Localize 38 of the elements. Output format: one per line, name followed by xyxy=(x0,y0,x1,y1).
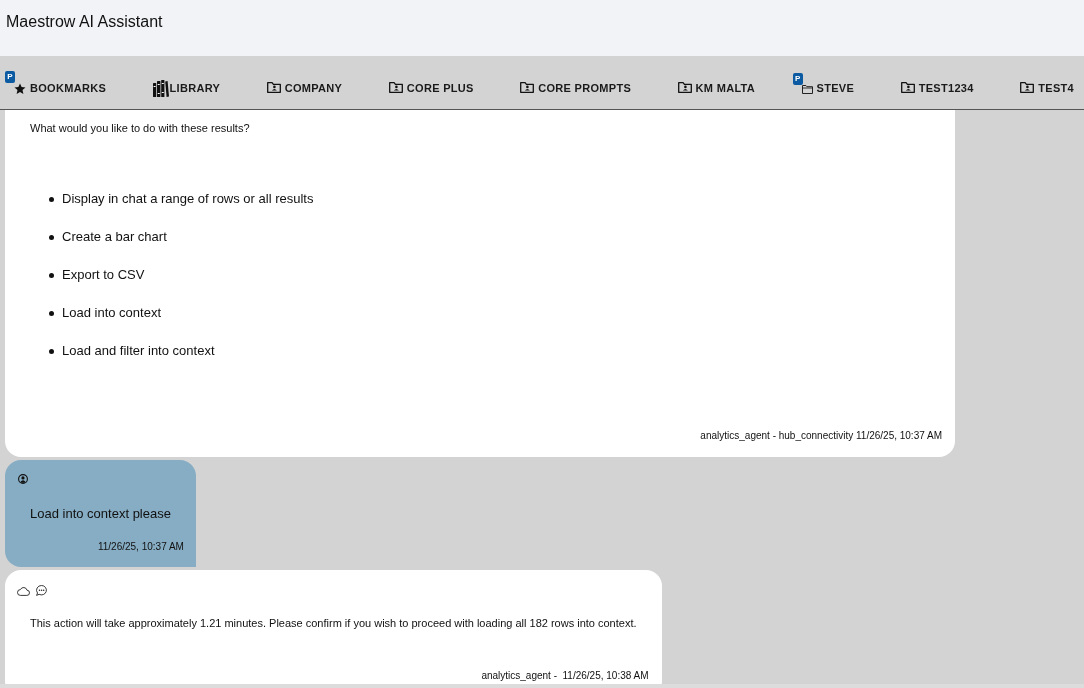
star-icon xyxy=(14,83,26,95)
nav-tab[interactable]: LIBRARY xyxy=(152,80,221,97)
folder-icon xyxy=(801,84,813,94)
folder-person-icon xyxy=(266,82,281,93)
folder-person-icon xyxy=(677,82,692,93)
list-item-text: Display in chat a range of rows or all results xyxy=(62,191,314,207)
message-text: This action will take approximately 1.21 minutes. Please confirm if you wish to proceed with loading all 182 rows into context. xyxy=(30,616,637,630)
message-meta: analytics_agent - hub_connectivity 11/26/25, 10:37 AM xyxy=(699,430,942,442)
nav-tab[interactable]: KM MALTA xyxy=(677,80,756,97)
app-title: Maestrow AI Assistant xyxy=(6,13,164,31)
message-meta: analytics_agent - 11/26/25, 10:38 AM xyxy=(480,670,649,682)
bullet-icon xyxy=(49,196,54,202)
folder-person-icon xyxy=(388,82,403,93)
list-item-text: Load and filter into context xyxy=(62,343,215,359)
user-circle-icon xyxy=(18,474,28,484)
list-item-text: Export to CSV xyxy=(62,267,145,283)
folder-person-icon xyxy=(1020,82,1035,93)
nav-tab[interactable]: TEST1234 xyxy=(900,80,974,97)
folder-person-icon xyxy=(900,82,915,93)
list-item-text: Create a bar chart xyxy=(62,229,167,245)
bullet-icon xyxy=(49,310,54,316)
list-item-text: Load into context xyxy=(62,305,162,321)
nav-tab[interactable]: TEST4 xyxy=(1020,80,1074,97)
books-icon xyxy=(152,80,169,97)
bullet-icon xyxy=(49,234,54,240)
timestamp: 11/26/25, 10:37 AM xyxy=(96,541,184,553)
tab-badge: P xyxy=(792,72,803,85)
message-text: What would you like to do with these results? xyxy=(30,121,251,135)
nav-tab[interactable]: CORE PROMPTS xyxy=(520,80,632,97)
message-text: Load into context please xyxy=(30,506,171,522)
chat-bubble-icon xyxy=(36,585,47,596)
tab-badge: P xyxy=(5,71,15,83)
bullet-icon xyxy=(49,272,54,278)
cloud-icon xyxy=(17,585,30,596)
folder-person-icon xyxy=(520,82,535,93)
nav-tab[interactable]: COMPANY xyxy=(266,80,343,97)
bullet-icon xyxy=(49,348,54,354)
nav-tab[interactable]: CORE PLUS xyxy=(388,80,474,97)
